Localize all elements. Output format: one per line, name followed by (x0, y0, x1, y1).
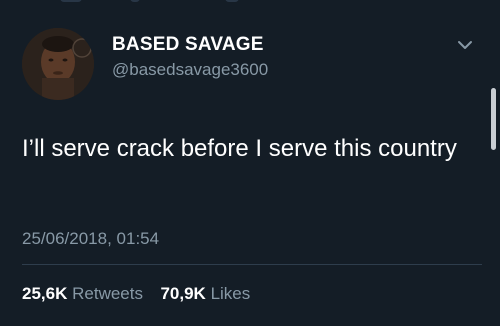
retweets-count[interactable]: 25,6K (22, 284, 67, 303)
retweets-label[interactable]: Retweets (72, 284, 143, 303)
tweet-card: BASED SAVAGE @basedsavage3600 I’ll serve… (0, 0, 500, 326)
avatar-image (22, 28, 94, 100)
user-handle[interactable]: @basedsavage3600 (112, 60, 268, 80)
likes-label[interactable]: Likes (211, 284, 251, 303)
tweet-text: I’ll serve crack before I serve this cou… (22, 135, 457, 162)
avatar[interactable] (22, 28, 94, 100)
previous-content-edge (0, 0, 500, 10)
divider (22, 264, 482, 265)
tweet-timestamp: 25/06/2018, 01:54 (22, 229, 160, 248)
chevron-down-icon[interactable] (456, 38, 474, 52)
tweet-stats: 25,6K Retweets 70,9K Likes (22, 284, 250, 304)
scrollbar[interactable] (491, 88, 496, 150)
display-name[interactable]: BASED SAVAGE (112, 34, 264, 56)
likes-count[interactable]: 70,9K (160, 284, 205, 303)
